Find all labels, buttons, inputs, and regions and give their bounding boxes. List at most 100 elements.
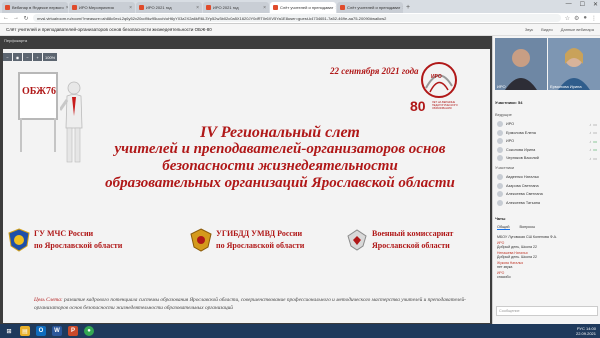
menu-icon[interactable]: ⋮	[591, 15, 597, 22]
org-line: Военный комиссариат	[372, 229, 454, 238]
profile-icon[interactable]: ●	[583, 15, 587, 22]
forward-icon[interactable]: →	[13, 15, 19, 21]
tab-close-icon[interactable]: ×	[402, 5, 403, 11]
microphone-icon[interactable]: ♪	[589, 122, 591, 127]
tab-favicon-icon	[340, 5, 345, 10]
start-icon[interactable]: ⊞	[4, 326, 14, 336]
list-item[interactable]: ИРО ♪ ▭	[497, 120, 597, 129]
logo-abbr: ИРО	[431, 74, 442, 80]
clock-date: 22.09.2021	[575, 331, 596, 336]
list-item[interactable]: Алексеева Светлана	[497, 190, 597, 199]
tab-close-icon[interactable]: ×	[335, 5, 336, 11]
org-line: по Ярославской области	[216, 241, 305, 250]
microphone-icon[interactable]: ♪	[589, 139, 591, 144]
chat-messages: МБОУ Луговская СШ Коленова Ф.А. ИРО Добры…	[497, 235, 597, 281]
list-item[interactable]: Азарова Светлана	[497, 182, 597, 191]
zoom-out-button[interactable]: −	[23, 53, 32, 61]
tab-general[interactable]: Общий	[497, 225, 510, 230]
browser-tab-active[interactable]: Слёт учителей и преподават×	[270, 2, 336, 13]
microphone-icon[interactable]: ♪	[589, 156, 591, 161]
file-explorer-icon[interactable]: ▤	[20, 326, 30, 336]
list-item[interactable]: Алексеева Татьяна	[497, 199, 597, 208]
gibdd-emblem-icon	[190, 228, 212, 252]
leaders-header: Ведущие	[495, 112, 512, 117]
tab-favicon-icon	[72, 5, 77, 10]
list-item[interactable]: Ермолова Елена ♪ ▭	[497, 129, 597, 138]
browser-tab[interactable]: ИРО 2021 год ×	[136, 2, 202, 13]
participant-name: Алексеева Светлана	[506, 192, 543, 197]
chat-message: Ненашева Наталья Добрый день. Школа 22	[497, 251, 597, 259]
list-item[interactable]: Авдеенко Наталья	[497, 173, 597, 182]
camera-icon[interactable]: ▭	[593, 130, 597, 135]
camera-tile[interactable]: ИРО	[495, 38, 547, 90]
outlook-icon[interactable]: O	[36, 326, 46, 336]
zoom-in-button[interactable]: +	[33, 53, 42, 61]
members-header: Участники	[495, 165, 515, 170]
participant-name: Черняков Василий	[506, 156, 539, 161]
tab-label: Вебинар в Яндексе первого	[12, 5, 64, 10]
webinar-data-button[interactable]: Данные вебинара	[561, 27, 594, 32]
reload-icon[interactable]: ↻	[23, 15, 29, 22]
powerpoint-icon[interactable]: P	[68, 326, 78, 336]
camera-tile[interactable]: Ермолова Ирина	[548, 38, 600, 90]
system-tray: РУС 14:00 22.09.2021	[576, 326, 596, 336]
audio-button[interactable]: Звук	[525, 27, 533, 32]
iro-80-logo: ИРО 80 ЛЕТ НА ВЕРШИНЕ ПЕДАГОГИЧЕСКОГО ОБ…	[410, 60, 468, 122]
tab-questions[interactable]: Вопросы	[520, 225, 536, 230]
title-line: образовательных организаций Ярославской …	[105, 175, 455, 191]
title-line: безопасности жизнедеятельности	[162, 158, 398, 174]
conference-header: Слёт учителей и преподавателей-организат…	[0, 24, 600, 36]
participants-header: Участники: 54	[495, 100, 523, 105]
participant-name: ИРО	[506, 122, 515, 127]
view-button[interactable]: ◉	[13, 53, 22, 61]
browser-tab[interactable]: ИРО Мероприятия ×	[69, 2, 135, 13]
microphone-icon[interactable]: ♪	[589, 130, 591, 135]
url-text: mvsl.virtualroom.ru/room/?measure=ah88c0…	[37, 15, 387, 21]
maximize-icon[interactable]: ☐	[580, 1, 585, 8]
tab-close-icon[interactable]: ×	[129, 5, 132, 11]
back-icon[interactable]: ←	[3, 15, 9, 21]
browser-tab[interactable]: Вебинар в Яндексе первого ×	[2, 2, 68, 13]
taskbar: ⊞ ▤ O W P ● РУС 14:00 22.09.2021	[0, 324, 600, 338]
tab-close-icon[interactable]: ×	[263, 5, 266, 11]
word-icon[interactable]: W	[52, 326, 62, 336]
camera-icon[interactable]: ▭	[593, 139, 597, 144]
participant-name: Соколова Ирина	[506, 147, 536, 152]
close-window-icon[interactable]: ✕	[593, 1, 598, 8]
browser-tab[interactable]: Слёт учителей и преподават×	[337, 2, 403, 13]
star-icon[interactable]: ☆	[565, 15, 570, 22]
logo-caption: ЛЕТ НА ВЕРШИНЕ ПЕДАГОГИЧЕСКОГО ОБРАЗОВАН…	[432, 101, 458, 110]
video-button[interactable]: Видео	[541, 27, 553, 32]
list-item[interactable]: Соколова Ирина ♪ ▭	[497, 146, 597, 155]
new-tab-icon[interactable]: +	[406, 2, 410, 13]
avatar	[497, 155, 503, 162]
tab-close-icon[interactable]: ×	[66, 5, 68, 11]
title-line-1: IV Региональный слет	[200, 124, 360, 141]
message-text: МБОУ Луговская СШ Коленова Ф.А.	[497, 235, 557, 239]
org-line: ГУ МЧС России	[34, 229, 94, 238]
tab-favicon-icon	[5, 5, 10, 10]
org-line: Ярославской области	[372, 241, 450, 250]
address-bar: ← → ↻ mvsl.virtualroom.ru/room/?measure=…	[0, 13, 600, 24]
avatar	[497, 191, 503, 198]
browser-tab[interactable]: ИРО 2021 год ×	[203, 2, 269, 13]
camera-icon[interactable]: ▭	[593, 147, 597, 152]
url-field[interactable]: mvsl.virtualroom.ru/room/?measure=ah88c0…	[33, 14, 561, 22]
zoom-level[interactable]: 100%	[43, 53, 58, 61]
participant-name: Алексеева Татьяна	[506, 200, 540, 205]
camera-icon[interactable]: ▭	[593, 122, 597, 127]
right-sidebar: ИРО Ермолова Ирина Участники: 54 Ведущие…	[492, 36, 600, 324]
chrome-icon[interactable]: ●	[84, 326, 94, 336]
camera-icon[interactable]: ▭	[593, 156, 597, 161]
list-item[interactable]: ИРО ♪ ▭	[497, 137, 597, 146]
org-military: Военный комиссариат Ярославской области	[346, 228, 453, 252]
microphone-icon[interactable]: ♪	[589, 147, 591, 152]
list-item[interactable]: Черняков Василий ♪ ▭	[497, 154, 597, 163]
camera-label: ИРО	[497, 84, 506, 89]
chat-input[interactable]: Сообщение	[496, 306, 598, 316]
fit-button[interactable]: −	[3, 53, 12, 61]
participant-name: ИРО	[506, 139, 515, 144]
tab-close-icon[interactable]: ×	[196, 5, 199, 11]
extensions-icon[interactable]: ⚙	[574, 15, 579, 22]
minimize-icon[interactable]: —	[566, 1, 572, 8]
